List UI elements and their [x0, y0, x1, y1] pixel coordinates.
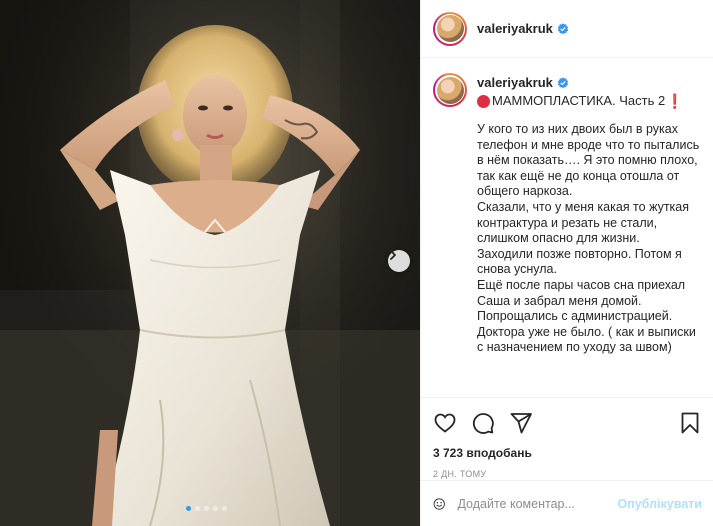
carousel-dot [186, 506, 191, 511]
next-photo-button[interactable] [388, 250, 410, 272]
post-photo[interactable] [0, 0, 420, 526]
comment-input[interactable] [457, 496, 618, 511]
caption-avatar[interactable] [433, 73, 467, 107]
exclamation-icon: ❗ [666, 93, 684, 109]
caption-title-text: МАММОПЛАСТИКА. Часть 2 [492, 93, 666, 108]
caption-title: МАММОПЛАСТИКА. Часть 2 ❗ [477, 92, 684, 110]
post-sidebar: valeriyakruk valeriyakruk МАММОПЛАСТИКА.… [420, 0, 713, 526]
comments-section: valeriyakruk МАММОПЛАСТИКА. Часть 2 ❗ У … [421, 59, 713, 397]
emoji-icon[interactable] [433, 492, 445, 516]
carousel-dot [222, 506, 227, 511]
post-header: valeriyakruk [421, 0, 713, 58]
caption-header: valeriyakruk МАММОПЛАСТИКА. Часть 2 ❗ [433, 73, 702, 110]
post-image [0, 0, 420, 526]
carousel-dot [204, 506, 209, 511]
carousel-indicator [186, 506, 227, 511]
chevron-right-icon [390, 250, 396, 260]
author-username[interactable]: valeriyakruk [477, 21, 553, 36]
carousel-dot [213, 506, 218, 511]
publish-button[interactable]: Опублікувати [617, 497, 702, 511]
post-actions: 3 723 вподобань 2 дн. тому [421, 397, 713, 479]
carousel-dot [195, 506, 200, 511]
caption-username[interactable]: valeriyakruk [477, 75, 553, 91]
author-avatar[interactable] [433, 11, 467, 46]
bookmark-icon[interactable] [678, 411, 702, 435]
red-circle-icon [477, 94, 490, 108]
verified-badge-icon [557, 22, 569, 34]
paper-plane-icon[interactable] [509, 411, 533, 435]
likes-count[interactable]: 3 723 вподобань [433, 446, 702, 460]
comment-icon[interactable] [471, 411, 495, 435]
caption-text: У кого то из них двоих был в руках телеф… [477, 122, 700, 355]
heart-icon[interactable] [433, 411, 457, 435]
add-comment-bar: Опублікувати [421, 480, 713, 526]
post-timestamp[interactable]: 2 дн. тому [433, 469, 702, 479]
verified-badge-icon [557, 77, 569, 89]
